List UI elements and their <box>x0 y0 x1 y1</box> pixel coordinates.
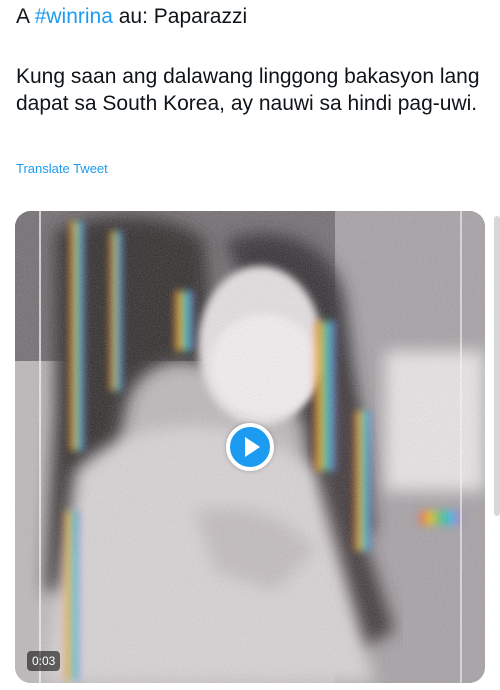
tweet-body: Kung saan ang dalawang linggong bakasyon… <box>16 65 480 115</box>
play-icon <box>244 437 260 457</box>
scrollbar[interactable] <box>494 216 500 516</box>
play-button[interactable] <box>226 423 274 471</box>
tweet: A #winrina au: Paparazzi Kung saan ang d… <box>0 0 500 690</box>
translate-tweet-link[interactable]: Translate Tweet <box>16 160 108 178</box>
tweet-title-line: A #winrina au: Paparazzi <box>16 4 247 30</box>
video-duration-badge: 0:03 <box>27 651 61 671</box>
hashtag-link[interactable]: #winrina <box>35 5 113 28</box>
video-player[interactable]: 0:03 <box>15 211 485 683</box>
title-suffix: au: Paparazzi <box>112 5 248 28</box>
title-prefix: A <box>16 5 35 28</box>
